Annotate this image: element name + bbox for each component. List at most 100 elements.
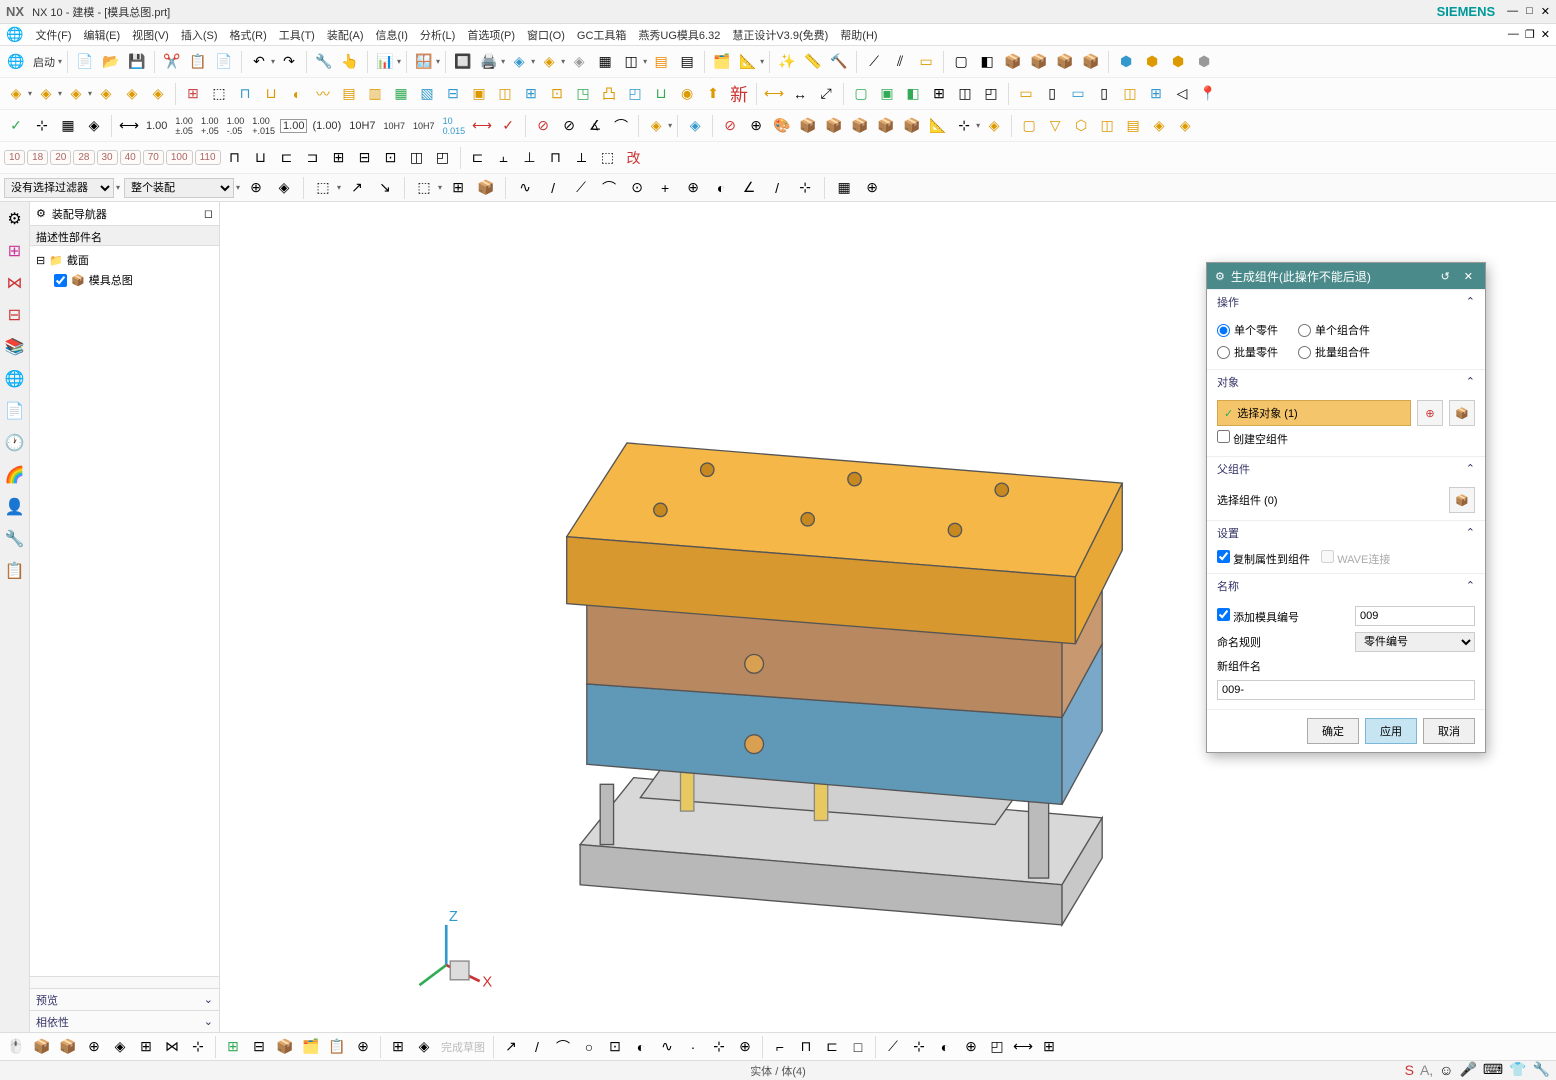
mdi-close[interactable]: ✕: [1541, 28, 1550, 41]
dimtol-icon[interactable]: ⟷: [470, 114, 494, 138]
sn4-icon[interactable]: ⊓: [544, 146, 568, 170]
menu-gc[interactable]: GC工具箱: [571, 25, 633, 45]
p4-icon[interactable]: ◫: [1095, 114, 1119, 138]
nav-web-icon[interactable]: 🌐: [4, 368, 26, 390]
bt28-icon[interactable]: ⊓: [794, 1035, 818, 1059]
tree-check[interactable]: [54, 274, 67, 287]
feat1-icon[interactable]: ⬢: [1114, 50, 1138, 74]
layers-icon[interactable]: ▤: [649, 50, 673, 74]
dialog-titlebar[interactable]: ⚙ 生成组件(此操作不能后退) ↺ ✕: [1207, 263, 1485, 289]
bt22-icon[interactable]: ◐: [629, 1035, 653, 1059]
box4-icon[interactable]: 📦: [1079, 50, 1103, 74]
help-icon[interactable]: 🔲: [451, 50, 475, 74]
f3-icon[interactable]: ▤: [337, 82, 361, 106]
bt13-icon[interactable]: 📋: [325, 1035, 349, 1059]
flt16-icon[interactable]: ◐: [709, 176, 733, 200]
menu-prefs[interactable]: 首选项(P): [461, 25, 521, 45]
menu-edit[interactable]: 编辑(E): [77, 25, 126, 45]
c2-icon[interactable]: ◈: [683, 114, 707, 138]
bt23-icon[interactable]: ∿: [655, 1035, 679, 1059]
mold5-icon[interactable]: ◈: [120, 82, 144, 106]
bt21-icon[interactable]: ⊡: [603, 1035, 627, 1059]
copy-icon[interactable]: 📋: [186, 50, 210, 74]
paste-icon[interactable]: 📄: [212, 50, 236, 74]
table-icon[interactable]: ▦: [56, 114, 80, 138]
nav-asm-icon[interactable]: ⊞: [4, 240, 26, 262]
f9-icon[interactable]: ◫: [493, 82, 517, 106]
bt6-icon[interactable]: ⊞: [134, 1035, 158, 1059]
num-18[interactable]: 18: [27, 150, 48, 165]
f7-icon[interactable]: ⊟: [441, 82, 465, 106]
bt36-icon[interactable]: ⟷: [1011, 1035, 1035, 1059]
apply-button[interactable]: 应用: [1365, 718, 1417, 744]
csys-icon[interactable]: ⊹: [952, 114, 976, 138]
add-mold-no-check[interactable]: 添加模具编号: [1217, 608, 1347, 625]
num-100[interactable]: 100: [166, 150, 193, 165]
mdi-restore[interactable]: ❐: [1525, 28, 1535, 41]
flt12-icon[interactable]: ⌒: [597, 176, 621, 200]
shade-icon[interactable]: ▦: [593, 50, 617, 74]
num-30[interactable]: 30: [97, 150, 118, 165]
bt27-icon[interactable]: ⌐: [768, 1035, 792, 1059]
cube3-icon[interactable]: ◈: [567, 50, 591, 74]
dim2-icon[interactable]: ↔: [788, 82, 812, 106]
cube2-icon[interactable]: ◈: [537, 50, 561, 74]
wave-link-check[interactable]: WAVE连接: [1321, 554, 1390, 566]
magic-icon[interactable]: ✨: [775, 50, 799, 74]
undo-icon[interactable]: ↶: [247, 50, 271, 74]
bt33-icon[interactable]: ◐: [933, 1035, 957, 1059]
num-28[interactable]: 28: [73, 150, 94, 165]
p5-icon[interactable]: ▤: [1121, 114, 1145, 138]
menu-info[interactable]: 信息(I): [370, 25, 414, 45]
flt11-icon[interactable]: ⟋: [569, 176, 593, 200]
preview-section[interactable]: 预览⌄: [30, 988, 219, 1010]
sn5-icon[interactable]: ⟂: [570, 146, 594, 170]
radio-batch-asm[interactable]: 批量组合件: [1298, 344, 1370, 360]
vw1-icon[interactable]: ⊓: [223, 146, 247, 170]
tree-item-main[interactable]: 📦 模具总图: [34, 270, 215, 290]
pal-icon[interactable]: 🎨: [770, 114, 794, 138]
wave-icon[interactable]: 〰: [311, 82, 335, 106]
flt15-icon[interactable]: ⊕: [681, 176, 705, 200]
sk3-icon[interactable]: ◧: [901, 82, 925, 106]
section-name[interactable]: 名称⌃: [1207, 573, 1485, 597]
scope-select[interactable]: 整个装配: [124, 178, 234, 198]
ok-button[interactable]: 确定: [1307, 718, 1359, 744]
box3-icon[interactable]: 📦: [1053, 50, 1077, 74]
p6-icon[interactable]: ◈: [1147, 114, 1171, 138]
cube1-icon[interactable]: ◈: [507, 50, 531, 74]
window-icon[interactable]: 🪟: [412, 50, 436, 74]
num-70[interactable]: 70: [143, 150, 164, 165]
tri-icon[interactable]: ◁: [1170, 82, 1194, 106]
b2-icon[interactable]: 📦: [822, 114, 846, 138]
pin-icon[interactable]: ◻: [204, 207, 213, 220]
p1-icon[interactable]: ▢: [1017, 114, 1041, 138]
dialog-close-icon[interactable]: ✕: [1460, 270, 1477, 283]
menu-assembly[interactable]: 装配(A): [321, 25, 370, 45]
bt31-icon[interactable]: ⟋: [881, 1035, 905, 1059]
menu-insert[interactable]: 插入(S): [175, 25, 224, 45]
measure-icon[interactable]: 📏: [801, 50, 825, 74]
nav-constraint-icon[interactable]: ⋈: [4, 272, 26, 294]
f16-icon[interactable]: ◉: [675, 82, 699, 106]
bt11-icon[interactable]: 📦: [273, 1035, 297, 1059]
sq-icon[interactable]: ▢: [949, 50, 973, 74]
bt10-icon[interactable]: ⊟: [247, 1035, 271, 1059]
vw3-icon[interactable]: ⊏: [275, 146, 299, 170]
vw7-icon[interactable]: ⊡: [379, 146, 403, 170]
layer-icon[interactable]: 🖨️: [477, 50, 501, 74]
sn6-icon[interactable]: ⬚: [596, 146, 620, 170]
section-settings[interactable]: 设置⌃: [1207, 520, 1485, 544]
nav-column-header[interactable]: 描述性部件名: [30, 226, 219, 246]
nav-sheet-icon[interactable]: 📋: [4, 560, 26, 582]
mdi-minimize[interactable]: —: [1508, 28, 1519, 41]
flt4-icon[interactable]: ↗: [345, 176, 369, 200]
box1-icon[interactable]: 📦: [1001, 50, 1025, 74]
face-icon[interactable]: ◧: [975, 50, 999, 74]
v3-icon[interactable]: ▭: [1066, 82, 1090, 106]
sn1-icon[interactable]: ⊏: [466, 146, 490, 170]
bt18-icon[interactable]: /: [525, 1035, 549, 1059]
menu-huizheng[interactable]: 慧正设计V3.9(免费): [726, 25, 834, 45]
flt14-icon[interactable]: +: [653, 176, 677, 200]
box2-icon[interactable]: 📦: [1027, 50, 1051, 74]
